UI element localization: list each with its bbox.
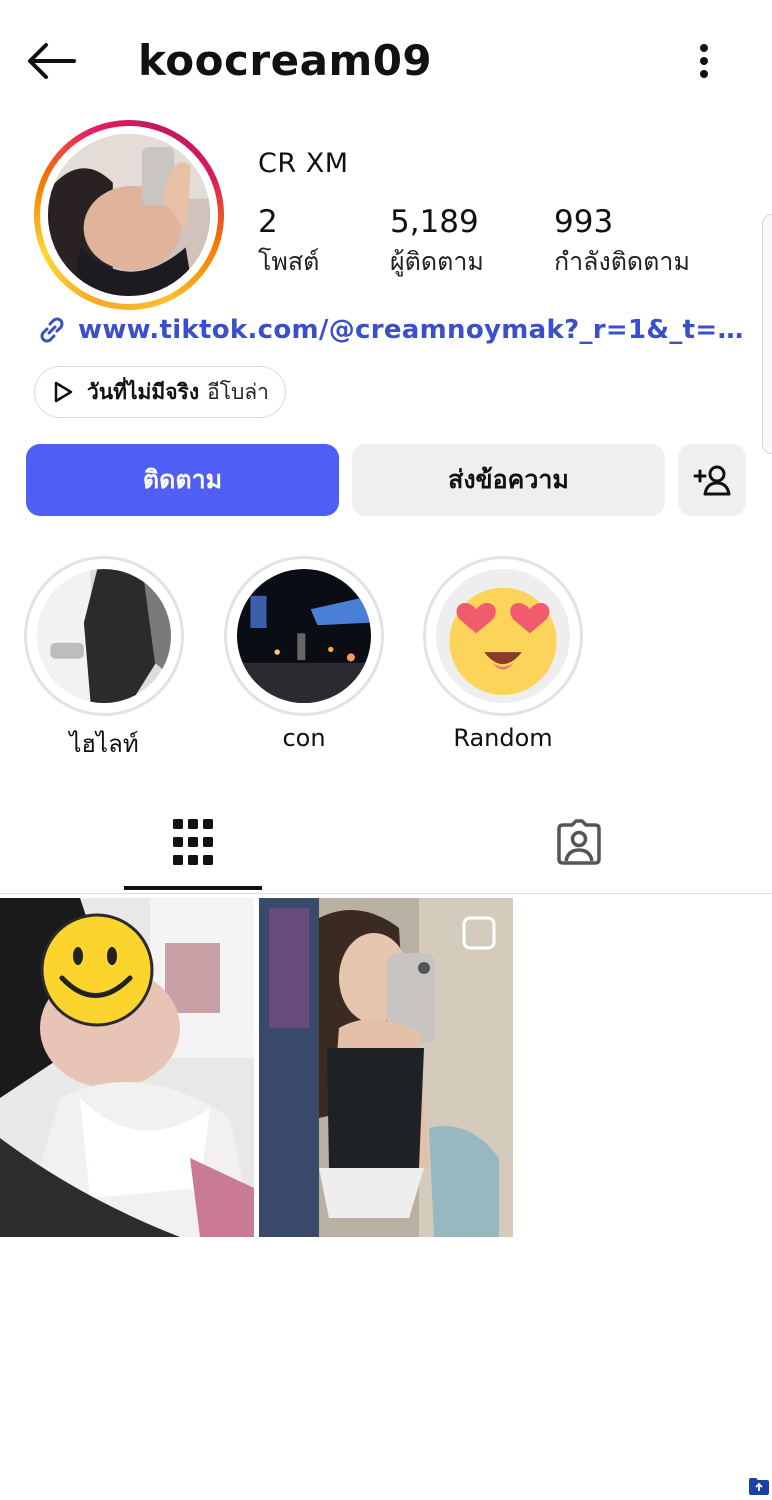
story-ring[interactable] <box>34 120 224 310</box>
display-name: CR XM <box>258 148 349 179</box>
more-options-icon[interactable] <box>684 38 724 84</box>
message-button[interactable]: ส่งข้อความ <box>352 444 665 516</box>
suggest-accounts-button[interactable] <box>678 444 746 516</box>
side-panel-edge[interactable] <box>762 214 772 454</box>
grid-icon <box>173 819 213 865</box>
profile-username: koocream09 <box>138 36 433 85</box>
highlight-cover <box>237 569 371 703</box>
active-tab-indicator <box>124 886 262 890</box>
music-artist: อีโบล่า <box>207 379 269 404</box>
profile-header: koocream09 <box>0 0 772 120</box>
profile-tabs <box>0 790 772 894</box>
bio-link-text[interactable]: www.tiktok.com/@creamnoymak?_r=1&_t=Z... <box>78 315 748 345</box>
highlight-label: Random <box>453 724 553 752</box>
play-icon <box>49 378 77 406</box>
stat-following-count: 993 <box>554 204 614 240</box>
highlight-label: ไฮไลท์ <box>69 730 139 758</box>
stat-followers[interactable]: 5,189 ผู้ติดตาม <box>390 203 484 279</box>
stat-followers-label: ผู้ติดตาม <box>390 247 484 276</box>
stat-posts[interactable]: 2 โพสต์ <box>258 203 319 279</box>
profile-avatar <box>48 134 210 296</box>
highlight-cover <box>37 569 171 703</box>
stat-following-label: กำลังติดตาม <box>554 247 690 276</box>
tagged-icon <box>557 819 601 865</box>
highlight-label: con <box>282 724 326 752</box>
post-thumbnail[interactable] <box>259 898 513 1237</box>
highlight-item[interactable]: Random <box>423 556 583 752</box>
heart-eyes-emoji-icon <box>436 569 570 703</box>
follow-button[interactable]: ติดตาม <box>26 444 339 516</box>
bio-link[interactable]: www.tiktok.com/@creamnoymak?_r=1&_t=Z... <box>34 310 754 350</box>
folder-icon <box>748 1476 770 1496</box>
tab-tagged[interactable] <box>449 790 709 894</box>
stat-posts-count: 2 <box>258 204 278 240</box>
profile-music[interactable]: วันที่ไม่มีจริง อีโบล่า <box>34 366 286 418</box>
post-thumbnail[interactable] <box>0 898 254 1237</box>
highlight-item[interactable]: ไฮไลท์ <box>24 556 184 763</box>
tab-posts-grid[interactable] <box>63 790 323 894</box>
music-title: วันที่ไม่มีจริง <box>87 379 200 404</box>
back-arrow-icon[interactable] <box>22 36 82 86</box>
stat-followers-count: 5,189 <box>390 204 479 240</box>
stat-posts-label: โพสต์ <box>258 247 320 276</box>
link-icon <box>34 312 70 348</box>
highlight-item[interactable]: con <box>224 556 384 752</box>
stat-following[interactable]: 993 กำลังติดตาม <box>554 203 690 279</box>
add-person-icon <box>693 465 731 496</box>
